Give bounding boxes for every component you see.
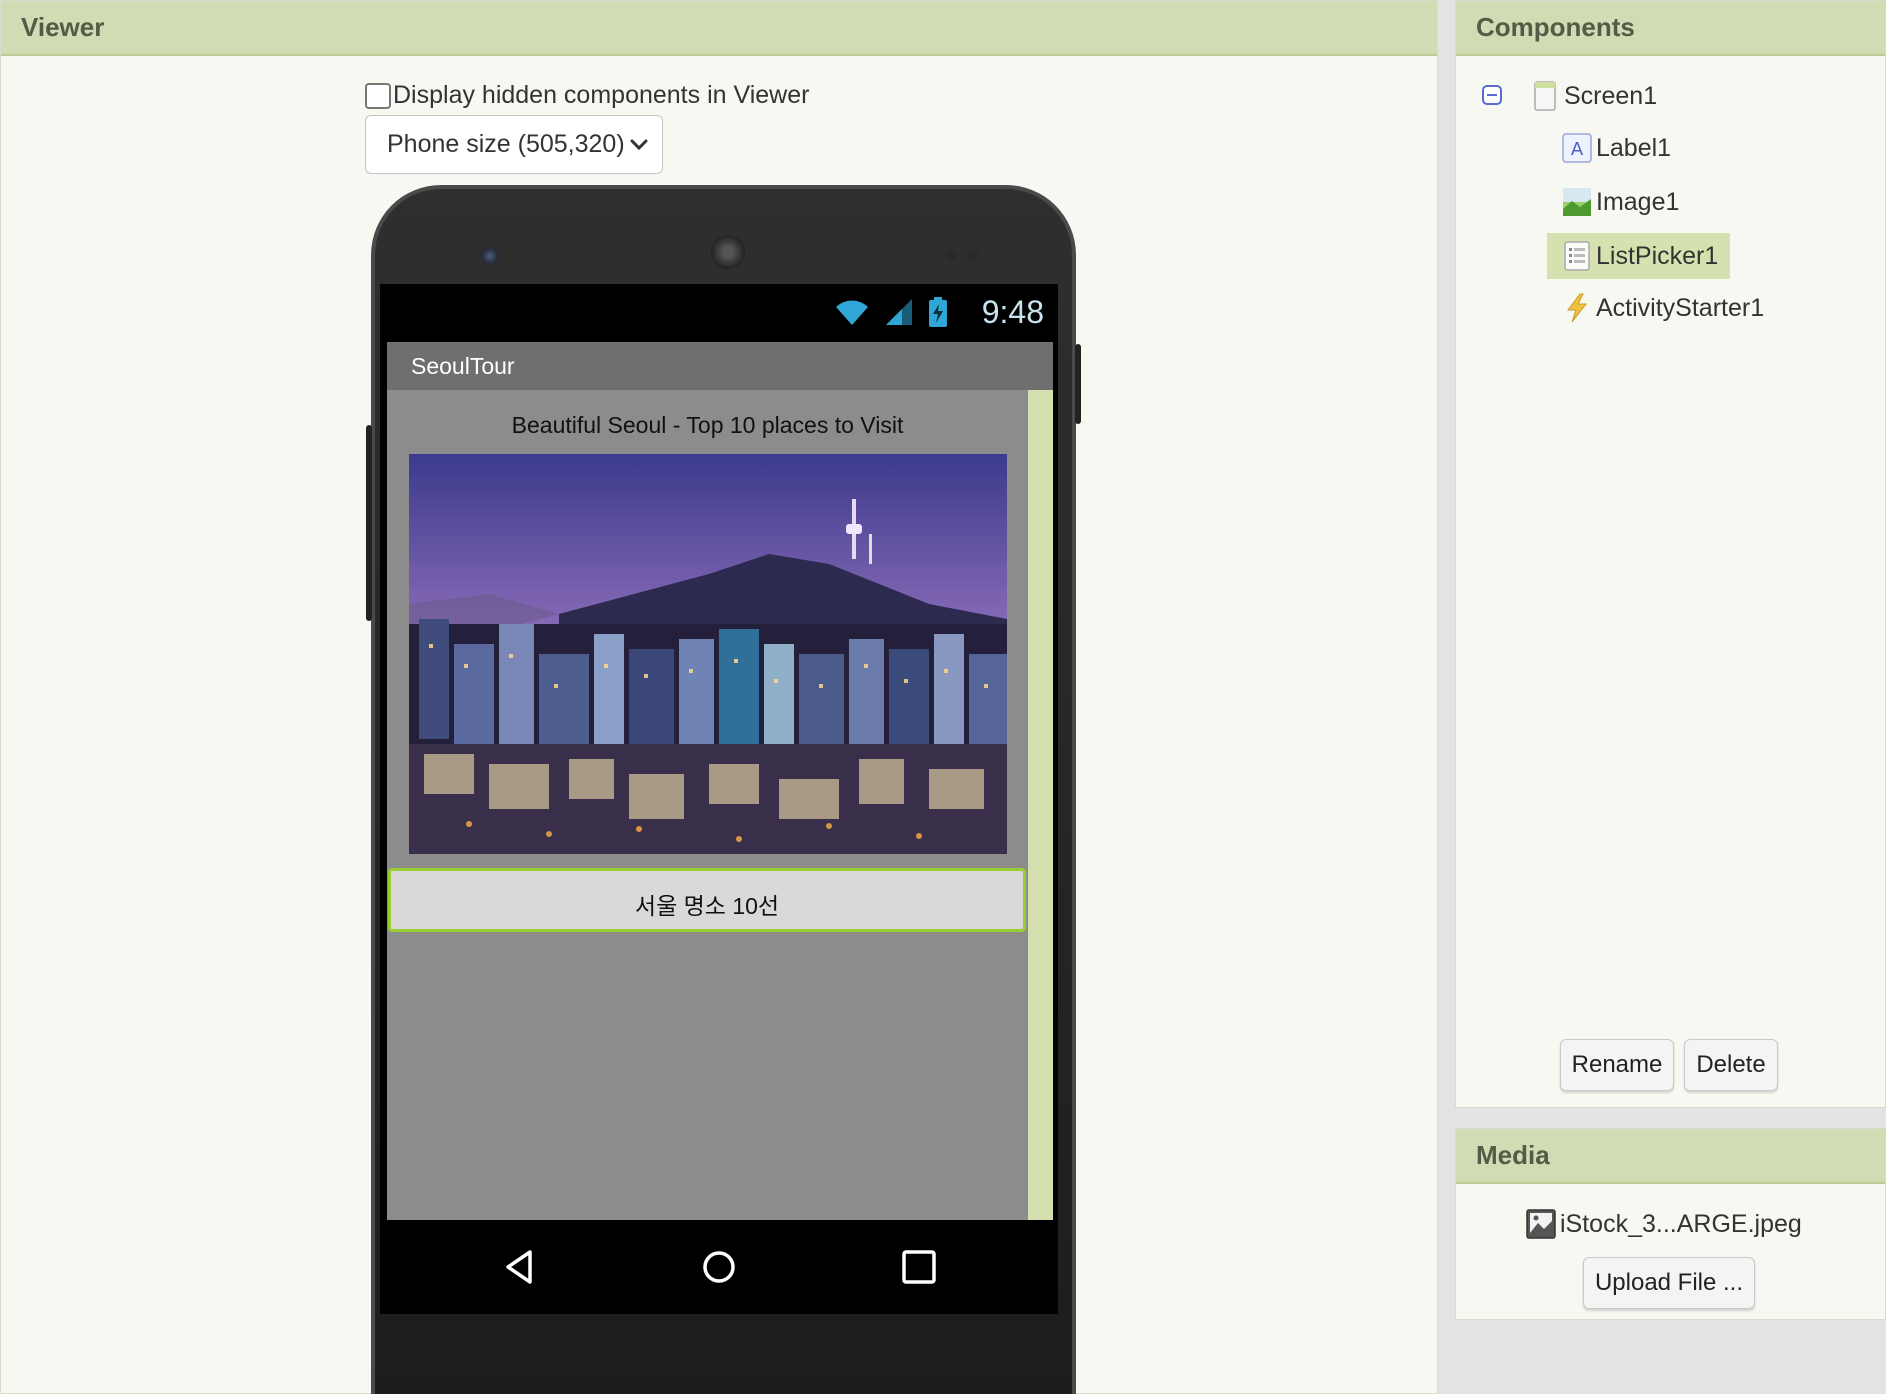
image-icon bbox=[1563, 188, 1591, 216]
components-panel: Components Screen1 A Label1 Image1 ListP… bbox=[1455, 0, 1886, 1108]
tree-item-label1[interactable]: A Label1 bbox=[1562, 133, 1671, 163]
phone-volume-button bbox=[366, 425, 372, 621]
light-sensor bbox=[967, 249, 979, 261]
cell-signal-icon bbox=[886, 299, 912, 325]
tree-label-screen1: Screen1 bbox=[1564, 81, 1658, 110]
tree-item-listpicker1[interactable]: ListPicker1 bbox=[1547, 233, 1731, 279]
media-panel: Media iStock_3...ARGE.jpeg Upload File .… bbox=[1455, 1128, 1886, 1320]
recents-icon[interactable] bbox=[898, 1246, 940, 1288]
components-header: Components bbox=[1456, 1, 1885, 56]
screen-scroll-strip bbox=[1028, 390, 1053, 1220]
phone-mockup: 9:48 SeoulTour Beautiful Seoul - Top 10 … bbox=[366, 185, 1081, 1394]
status-time: 9:48 bbox=[981, 294, 1044, 330]
upload-file-button[interactable]: Upload File ... bbox=[1583, 1257, 1755, 1309]
viewer-panel: Viewer Display hidden components in View… bbox=[0, 0, 1438, 1394]
media-file-name: iStock_3...ARGE.jpeg bbox=[1560, 1209, 1802, 1238]
label1-text[interactable]: Beautiful Seoul - Top 10 places to Visit bbox=[387, 412, 1028, 439]
tree-item-screen1[interactable]: Screen1 bbox=[1530, 81, 1657, 111]
status-icons bbox=[834, 297, 948, 327]
status-bar: 9:48 bbox=[380, 284, 1058, 342]
image-file-icon bbox=[1526, 1209, 1556, 1239]
listpicker-icon bbox=[1564, 241, 1590, 271]
android-nav-bar bbox=[380, 1220, 1058, 1314]
app-screen-body: Beautiful Seoul - Top 10 places to Visit bbox=[387, 390, 1028, 1220]
display-hidden-label: Display hidden components in Viewer bbox=[393, 81, 810, 109]
front-camera bbox=[481, 247, 499, 265]
tree-label-image1: Image1 bbox=[1596, 187, 1680, 216]
phone-size-value: Phone size (505,320) bbox=[387, 130, 625, 158]
display-hidden-checkbox[interactable] bbox=[365, 82, 391, 109]
proximity-sensor bbox=[945, 249, 957, 261]
tree-item-image1[interactable]: Image1 bbox=[1562, 187, 1679, 217]
home-icon[interactable] bbox=[698, 1246, 740, 1288]
phone-size-select[interactable]: Phone size (505,320) bbox=[365, 115, 663, 174]
app-title-bar: SeoulTour bbox=[387, 342, 1053, 390]
display-hidden-toggle[interactable]: Display hidden components in Viewer bbox=[365, 81, 809, 110]
phone-power-button bbox=[1075, 344, 1081, 424]
phone-screen: 9:48 SeoulTour Beautiful Seoul - Top 10 … bbox=[380, 284, 1058, 1314]
seoul-skyline-image bbox=[409, 454, 1007, 854]
rename-button[interactable]: Rename bbox=[1560, 1039, 1674, 1091]
screen-icon bbox=[1534, 81, 1556, 111]
tree-item-activitystarter1[interactable]: ActivityStarter1 bbox=[1562, 293, 1764, 323]
viewer-header: Viewer bbox=[1, 1, 1437, 56]
back-icon[interactable] bbox=[500, 1246, 542, 1288]
wifi-icon bbox=[836, 300, 868, 325]
media-file-item[interactable]: iStock_3...ARGE.jpeg bbox=[1526, 1209, 1802, 1239]
tree-label-label1: Label1 bbox=[1596, 133, 1672, 162]
lightning-icon bbox=[1567, 293, 1588, 323]
svg-text:A: A bbox=[1571, 139, 1584, 160]
delete-button[interactable]: Delete bbox=[1684, 1039, 1778, 1091]
label-icon: A bbox=[1562, 133, 1592, 163]
chevron-down-icon bbox=[630, 139, 648, 151]
battery-charging-icon bbox=[929, 297, 947, 327]
collapse-icon[interactable] bbox=[1482, 85, 1502, 105]
tree-label-activitystarter1: ActivityStarter1 bbox=[1596, 293, 1765, 322]
listpicker1-button[interactable]: 서울 명소 10선 bbox=[388, 868, 1026, 932]
earpiece-speaker bbox=[711, 235, 745, 269]
image1-seoul-night[interactable] bbox=[409, 454, 1007, 854]
tree-label-listpicker1: ListPicker1 bbox=[1596, 241, 1719, 270]
media-header: Media bbox=[1456, 1129, 1885, 1184]
